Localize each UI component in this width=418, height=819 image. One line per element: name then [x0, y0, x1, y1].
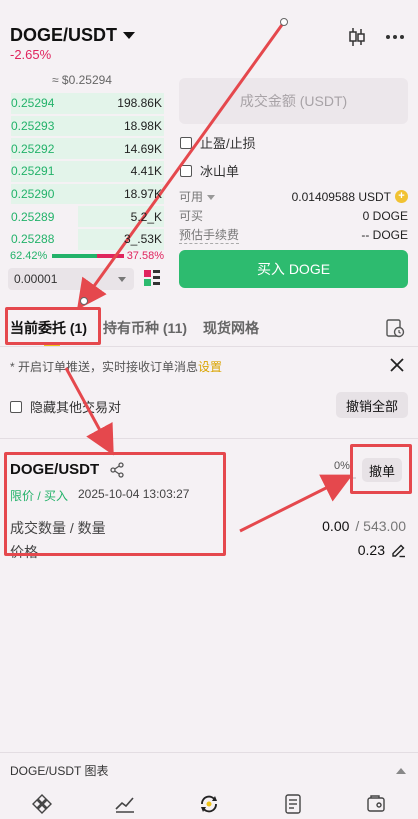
- highlight-open-orders-tab: [5, 307, 101, 345]
- push-notice: * 开启订单推送，实时接收订单消息设置: [10, 360, 223, 374]
- order-history-icon[interactable]: [385, 318, 405, 338]
- orderbook-row[interactable]: 0.25289 5.2_K: [8, 205, 164, 228]
- cancel-all-button[interactable]: 撤销全部: [336, 392, 408, 418]
- amount-input[interactable]: 成交金额 (USDT): [179, 78, 408, 124]
- divider: [0, 438, 418, 439]
- chevron-down-icon: [118, 276, 126, 282]
- candlestick-icon[interactable]: [346, 26, 368, 48]
- iceberg-checkbox[interactable]: 冰山单: [180, 161, 239, 180]
- fee-row: 预估手续费 -- DOGE: [179, 228, 408, 244]
- more-icon[interactable]: [384, 26, 406, 48]
- pair-title: DOGE/USDT: [10, 25, 118, 45]
- edit-icon[interactable]: [391, 543, 406, 558]
- checkbox-icon: [180, 164, 192, 177]
- checkbox-icon: [10, 400, 22, 413]
- orderbook-row[interactable]: 0.25291 4.41K: [8, 160, 164, 183]
- hide-other-pairs-checkbox[interactable]: 隐藏其他交易对: [10, 397, 121, 416]
- chevron-down-icon[interactable]: [207, 195, 216, 201]
- orderbook-row[interactable]: 0.25292 14.69K: [8, 137, 164, 160]
- buy-button[interactable]: 买入 DOGE: [179, 250, 408, 288]
- home-icon[interactable]: [31, 793, 53, 815]
- close-icon[interactable]: [388, 356, 406, 374]
- chevron-up-icon: [396, 767, 406, 774]
- pair-selector[interactable]: DOGE/USDT: [10, 25, 136, 46]
- divider: [0, 346, 418, 347]
- filled-value: 0.00/ 543.00: [322, 518, 406, 534]
- settings-link[interactable]: 设置: [198, 360, 222, 374]
- tp-sl-checkbox[interactable]: 止盈/止损: [180, 133, 256, 152]
- precision-select[interactable]: 0.00001: [8, 268, 134, 290]
- price-change: -2.65%: [10, 47, 52, 62]
- chart-toggle-label: DOGE/USDT 图表: [10, 764, 109, 778]
- orderbook-bids: 0.25294 198.86K 0.25293 18.98K 0.25292 14.6…: [8, 92, 164, 251]
- orderbook-layout-icon[interactable]: [142, 268, 162, 288]
- assets-icon[interactable]: [365, 793, 387, 815]
- chart-toggle-bar[interactable]: DOGE/USDT 图表: [0, 752, 418, 788]
- can-buy-row: 可买 0 DOGE: [179, 208, 408, 224]
- chevron-down-icon: [123, 32, 136, 39]
- orderbook-row[interactable]: 0.25294 198.86K: [8, 92, 164, 115]
- checkbox-icon: [180, 136, 192, 149]
- bottom-nav: [0, 788, 418, 819]
- deposit-plus-icon[interactable]: +: [395, 190, 408, 203]
- tab-spot-grid[interactable]: 现货网格: [203, 318, 259, 338]
- trade-icon[interactable]: [198, 793, 220, 815]
- tab-holdings[interactable]: 持有币种 (11): [103, 318, 187, 338]
- buy-sell-ratio: 62.42% 37.58%: [10, 250, 164, 262]
- orderbook-row[interactable]: 0.25290 18.97K: [8, 183, 164, 206]
- buy-ratio: 62.42%: [10, 250, 48, 262]
- markets-icon[interactable]: [114, 793, 136, 815]
- available-row: 可用 0.01409588 USDT +: [179, 188, 408, 205]
- orderbook-row[interactable]: 0.25293 18.98K: [8, 115, 164, 138]
- futures-icon[interactable]: [282, 793, 304, 815]
- highlight-cancel-button: [350, 444, 412, 494]
- sell-ratio: 37.58%: [126, 250, 164, 262]
- reference-price: ≈ $0.25294: [52, 73, 112, 87]
- highlight-order-info: [4, 452, 226, 556]
- orderbook-row[interactable]: 0.25288 3_.53K: [8, 228, 164, 251]
- fill-progress: 0%: [334, 460, 350, 472]
- price-value: 0.23: [358, 542, 406, 558]
